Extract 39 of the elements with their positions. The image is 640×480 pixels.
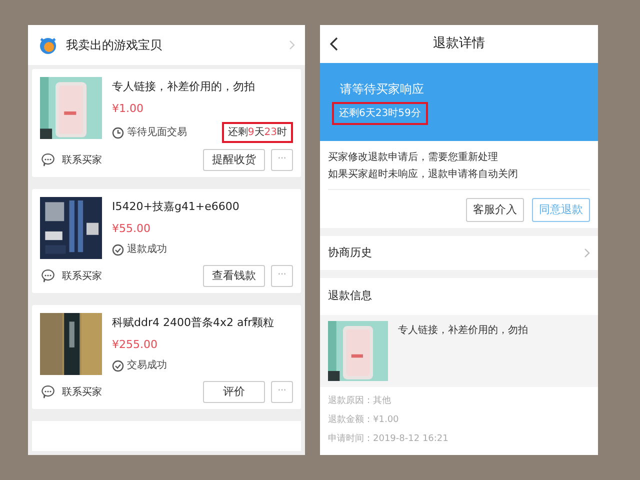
order-status: 交易成功 bbox=[127, 358, 167, 373]
contact-buyer-link[interactable]: 联系买家 bbox=[62, 268, 197, 284]
notice-text: 买家修改退款申请后，需要您重新处理 bbox=[328, 150, 499, 165]
notice-text: 如果买家超时未响应，退款申请将自动关闭 bbox=[328, 168, 519, 182]
clock-icon bbox=[112, 126, 124, 138]
chevron-right-icon bbox=[584, 248, 590, 258]
product-title: I5420+技嘉g41+e6600 bbox=[112, 199, 240, 215]
price: ¥55.00 bbox=[112, 220, 152, 236]
product-title: 专人链接，补差价用的，勿拍 bbox=[112, 79, 256, 95]
refund-detail: 退款金额：¥1.00 bbox=[328, 414, 400, 426]
chat-bubble-icon[interactable] bbox=[40, 384, 56, 400]
countdown: 还剩6天23时59分 bbox=[332, 102, 428, 124]
history-row[interactable]: 协商历史 bbox=[320, 236, 598, 270]
order-status: 等待见面交易 bbox=[127, 126, 187, 140]
refund-detail: 退款原因：其他 bbox=[328, 394, 392, 408]
action-button[interactable]: 查看钱款 bbox=[203, 265, 265, 287]
page-title: 退款详情 bbox=[432, 35, 486, 54]
order-status: 退款成功 bbox=[127, 242, 167, 257]
banner-message: 请等待买家响应 bbox=[339, 80, 425, 98]
action-button[interactable]: 提醒收货 bbox=[203, 149, 265, 171]
header-title: 我卖出的游戏宝贝 bbox=[66, 37, 163, 54]
customer-service-button[interactable]: 客服介入 bbox=[466, 198, 524, 222]
price: ¥255.00 bbox=[112, 336, 158, 352]
countdown: 还剩9天23时 bbox=[222, 122, 293, 143]
refund-detail: 申请时间：2019-8-12 16:21 bbox=[328, 432, 450, 446]
check-circle-icon bbox=[112, 244, 124, 256]
contact-buyer-link[interactable]: 联系买家 bbox=[62, 152, 197, 168]
action-button[interactable]: 评价 bbox=[203, 381, 265, 403]
product-title: 专人链接，补差价用的，勿拍 bbox=[398, 324, 528, 338]
product-title: 科赋ddr4 2400普条4x2 afr颗粒 bbox=[112, 315, 276, 331]
check-circle-icon bbox=[112, 360, 124, 372]
contact-buyer-link[interactable]: 联系买家 bbox=[62, 384, 197, 400]
chat-bubble-icon[interactable] bbox=[40, 268, 56, 284]
back-icon[interactable] bbox=[330, 37, 338, 51]
app-logo-icon bbox=[38, 35, 58, 55]
chat-bubble-icon[interactable] bbox=[40, 152, 56, 168]
section-heading: 退款信息 bbox=[327, 288, 373, 304]
history-label: 协商历史 bbox=[328, 244, 373, 261]
price: ¥1.00 bbox=[112, 100, 144, 116]
